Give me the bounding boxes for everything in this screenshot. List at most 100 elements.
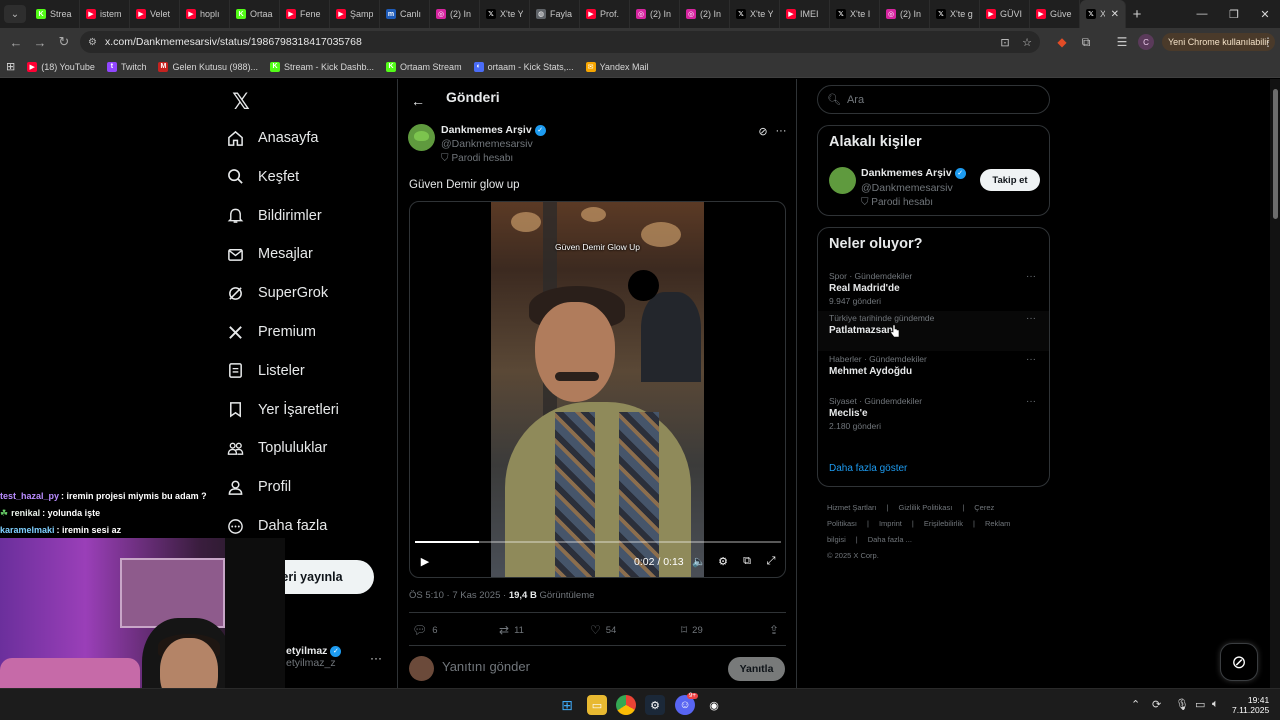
tab-10[interactable]: ◍ Fayla: [530, 0, 580, 28]
nav-item-bookmark[interactable]: Yer İşaretleri: [226, 392, 339, 428]
search-input[interactable]: 🔍︎ Ara: [817, 85, 1050, 114]
back-arrow-icon[interactable]: ←: [408, 91, 428, 111]
tab-18[interactable]: 𝕏 X'te g: [930, 0, 980, 28]
bookmark-1[interactable]: t Twitch: [101, 61, 153, 72]
file-explorer-icon[interactable]: ▭: [587, 695, 607, 715]
extensions-icon[interactable]: ⧉: [1076, 30, 1096, 54]
x-logo-icon[interactable]: 𝕏: [226, 87, 256, 117]
volume-icon[interactable]: 🔈: [692, 554, 706, 568]
tab-4[interactable]: K Ortaa: [230, 0, 280, 28]
tab-5[interactable]: ▶ Fene: [280, 0, 330, 28]
account-switcher[interactable]: etyilmaz ✓ etyilmaz_z: [286, 645, 342, 669]
extension-red-icon[interactable]: ◆: [1052, 30, 1072, 54]
new-tab-button[interactable]: +: [1126, 6, 1148, 23]
trend-more-icon[interactable]: ···: [1026, 271, 1036, 282]
tab-3[interactable]: ▶ hoplı: [180, 0, 230, 28]
tab-16[interactable]: 𝕏 X'te I: [830, 0, 880, 28]
maximize-icon[interactable]: ❐: [1218, 0, 1250, 28]
relevant-avatar[interactable]: [829, 167, 856, 194]
tab-19[interactable]: ▶ GÜVI: [980, 0, 1030, 28]
minimize-icon[interactable]: —: [1186, 0, 1218, 28]
apps-grid-icon[interactable]: ⊞: [0, 60, 21, 73]
forward-arrow-icon[interactable]: →: [28, 30, 52, 54]
tab-0[interactable]: K Strea: [30, 0, 80, 28]
tray-chevron-icon[interactable]: ⌃: [1131, 698, 1140, 711]
tab-20[interactable]: ▶ Güve: [1030, 0, 1080, 28]
bookmark-2[interactable]: M Gelen Kutusu (988)...: [152, 61, 264, 72]
play-icon[interactable]: ▶: [418, 554, 432, 568]
sync-icon[interactable]: ⟳: [1152, 698, 1161, 711]
bookmark-4[interactable]: K Ortaam Stream: [380, 61, 468, 72]
clock[interactable]: 19:41 7.11.2025: [1232, 695, 1269, 715]
show-more-link[interactable]: Daha fazla göster: [829, 463, 907, 474]
chrome-icon[interactable]: [616, 695, 636, 715]
account-more-icon[interactable]: ···: [370, 651, 382, 665]
bookmark-action[interactable]: ⌑ 29: [681, 623, 703, 637]
nav-item-home[interactable]: Anasayfa: [226, 120, 318, 156]
star-icon[interactable]: ☆: [1018, 31, 1036, 53]
post-time[interactable]: ÖS 5:10: [409, 590, 444, 601]
fullscreen-icon[interactable]: ⤢: [764, 554, 778, 568]
follow-button[interactable]: Takip et: [980, 169, 1040, 191]
nav-item-list[interactable]: Listeler: [226, 353, 305, 389]
bookmark-6[interactable]: ✉ Yandex Mail: [580, 61, 655, 72]
video-progress-bar[interactable]: [415, 541, 781, 543]
tab-17[interactable]: ◎ (2) In: [880, 0, 930, 28]
bookmark-5[interactable]: ◐ ortaam - Kick Stats,...: [468, 61, 580, 72]
tab-1[interactable]: ▶ istem: [80, 0, 130, 28]
pip-icon[interactable]: ⧉: [740, 554, 754, 568]
chrome-menu-icon[interactable]: ⋮: [1258, 30, 1278, 54]
author-name[interactable]: Dankmemes Arşiv ✓: [441, 124, 546, 136]
grok-fab-icon[interactable]: ⊘: [1220, 643, 1258, 681]
tab-14[interactable]: 𝕏 X'te Y: [730, 0, 780, 28]
nav-item-bell[interactable]: Bildirimler: [226, 198, 322, 234]
settings-gear-icon[interactable]: ⚙: [716, 554, 730, 568]
trend-item[interactable]: Siyaset · Gündemdekiler Meclis'e 2.180 gön…: [818, 394, 1049, 434]
reply-input[interactable]: Yanıtını gönder: [442, 659, 530, 674]
install-app-icon[interactable]: ⊡: [996, 31, 1014, 53]
scrollbar[interactable]: [1270, 79, 1280, 688]
footer-link[interactable]: Imprint: [879, 519, 902, 528]
window-close-icon[interactable]: ✕: [1249, 0, 1280, 28]
profile-avatar[interactable]: C: [1138, 34, 1154, 50]
trend-item[interactable]: Haberler · Gündemdekiler Mehmet Aydoğdu ··…: [818, 352, 1049, 392]
video-player[interactable]: Güven Demir Glow Up ▶ 0:02 / 0:13 🔈 ⚙ ⧉ …: [409, 201, 786, 578]
tab-2[interactable]: ▶ Velet: [130, 0, 180, 28]
scrollbar-thumb[interactable]: [1273, 89, 1278, 219]
trend-more-icon[interactable]: ···: [1026, 354, 1036, 365]
trend-more-icon[interactable]: ···: [1026, 313, 1036, 324]
close-icon[interactable]: ✕: [1111, 9, 1119, 20]
footer-link[interactable]: Erişilebilirlik: [924, 519, 963, 528]
tab-15[interactable]: ▶ IMEI: [780, 0, 830, 28]
nav-item-x[interactable]: Premium: [226, 314, 316, 350]
footer-link[interactable]: Hizmet Şartları: [827, 503, 877, 512]
relevant-handle[interactable]: @Dankmemesarsiv: [861, 182, 953, 194]
reading-list-icon[interactable]: ☰: [1112, 30, 1132, 54]
bookmark-3[interactable]: K Stream - Kick Dashb...: [264, 61, 380, 72]
reply-button[interactable]: Yanıtla: [728, 657, 785, 681]
mic-icon[interactable]: 🎙︎: [1175, 698, 1189, 711]
tab-8[interactable]: ◎ (2) In: [430, 0, 480, 28]
video-frame[interactable]: Güven Demir Glow Up: [491, 202, 704, 577]
nav-item-mail[interactable]: Mesajlar: [226, 236, 313, 272]
tab-search-button[interactable]: ⌄: [4, 5, 26, 23]
address-bar[interactable]: ⚙ x.com/Dankmemesarsiv/status/1986798318…: [80, 31, 1040, 53]
post-more-icon[interactable]: ···: [774, 124, 788, 138]
author-handle[interactable]: @Dankmemesarsiv: [441, 138, 533, 150]
tab-7[interactable]: m Canlı: [380, 0, 430, 28]
grok-icon[interactable]: ⊘: [756, 124, 770, 138]
trend-item[interactable]: Türkiye tarihinde gündemde Patlatmazsan ··…: [818, 310, 1049, 351]
tab-9[interactable]: 𝕏 X'te Y: [480, 0, 530, 28]
tab-6[interactable]: ▶ Şamp: [330, 0, 380, 28]
nav-item-communities[interactable]: Topluluklar: [226, 430, 327, 466]
obs-icon[interactable]: ◉: [704, 695, 724, 715]
footer-link[interactable]: Daha fazla ...: [868, 535, 912, 544]
bookmark-0[interactable]: ▶ (18) YouTube: [21, 61, 101, 72]
share-action[interactable]: ⇪: [769, 623, 779, 637]
nav-item-grok[interactable]: SuperGrok: [226, 275, 328, 311]
steam-icon[interactable]: ⚙: [645, 695, 665, 715]
reply-action[interactable]: 💬︎ 6: [412, 623, 438, 637]
relevant-name[interactable]: Dankmemes Arşiv ✓: [861, 167, 966, 179]
nav-item-person[interactable]: Profil: [226, 469, 291, 505]
tab-active[interactable]: 𝕏 X ✕: [1080, 0, 1126, 28]
